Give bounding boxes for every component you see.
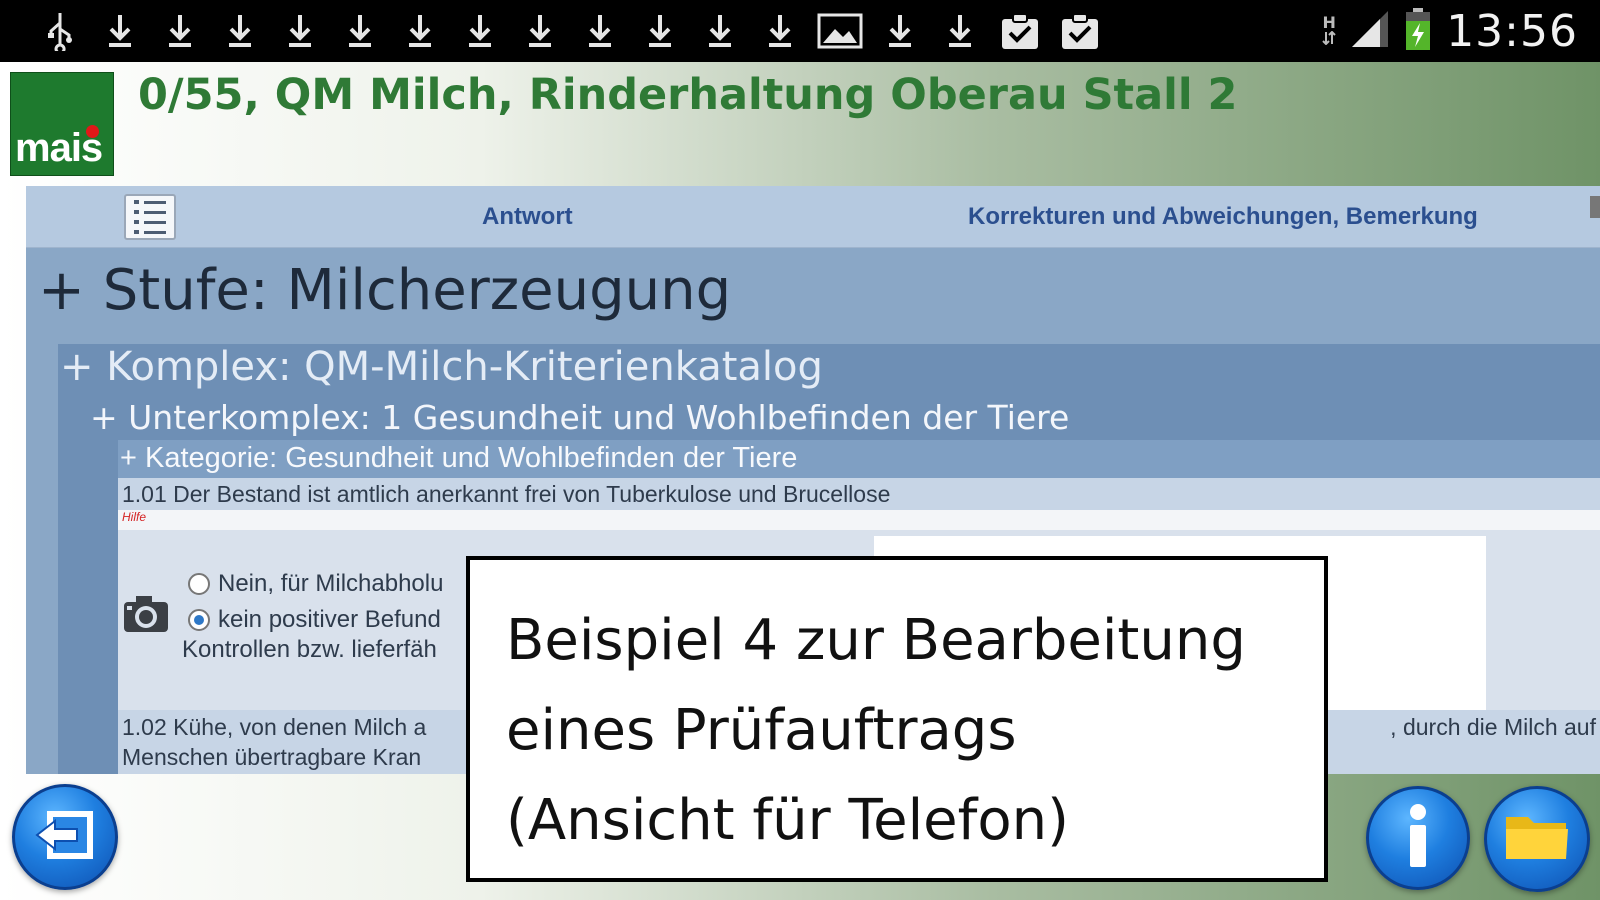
network-type: H — [1322, 14, 1336, 48]
clipboard-check-icon — [1050, 0, 1110, 62]
caption-line-1: Beispiel 4 zur Bearbeitung — [506, 608, 1246, 673]
hilfe-link[interactable]: Hilfe — [122, 510, 146, 524]
download-icon — [210, 0, 270, 62]
download-icon — [930, 0, 990, 62]
download-icon — [870, 0, 930, 62]
download-icon — [90, 0, 150, 62]
camera-icon[interactable] — [122, 592, 170, 634]
option-nein[interactable]: Nein, für Milchabholu — [188, 570, 443, 598]
clipboard-check-icon — [990, 0, 1050, 62]
status-right: H 13:56 — [1322, 0, 1578, 62]
caption-line-3: (Ansicht für Telefon) — [506, 788, 1069, 853]
download-icon — [750, 0, 810, 62]
download-icon — [450, 0, 510, 62]
folder-icon — [1504, 811, 1570, 867]
download-icon — [510, 0, 570, 62]
status-bar: H 13:56 — [0, 0, 1600, 62]
download-icon — [390, 0, 450, 62]
column-header-bar: Antwort Korrekturen und Abweichungen, Be… — [26, 186, 1600, 248]
exit-icon — [33, 807, 97, 867]
image-icon — [810, 0, 870, 62]
q2-text-left: 1.02 Kühe, von denen Milch a — [122, 714, 427, 740]
folder-button[interactable] — [1484, 786, 1590, 892]
komplex-heading[interactable]: + Komplex: QM-Milch-Kriterienkatalog — [60, 344, 823, 390]
mais-logo: mais — [10, 72, 114, 176]
download-icon — [270, 0, 330, 62]
q2-text-right: , durch die Milch auf — [1390, 714, 1596, 740]
radio-nein[interactable] — [188, 573, 210, 595]
download-icon — [570, 0, 630, 62]
option-nein-label: Nein, für Milchabholu — [218, 570, 444, 597]
download-icon — [150, 0, 210, 62]
list-view-button[interactable] — [124, 194, 176, 240]
signal-icon — [1350, 9, 1390, 53]
q2-text-line2: Menschen übertragbare Kran — [122, 744, 422, 770]
back-button[interactable] — [12, 784, 118, 890]
info-button[interactable] — [1366, 786, 1470, 890]
tab-bemerkung[interactable]: Korrekturen und Abweichungen, Bemerkung — [968, 203, 1478, 231]
kontrollen-text: Kontrollen bzw. lieferfäh — [182, 636, 437, 663]
download-icon — [690, 0, 750, 62]
logo-text: mais — [15, 126, 103, 170]
unterkomplex-heading[interactable]: + Unterkomplex: 1 Gesundheit und Wohlbef… — [90, 398, 1069, 437]
kategorie-heading[interactable]: + Kategorie: Gesundheit und Wohlbefinden… — [120, 442, 797, 475]
question-row-1-01: 1.01 Der Bestand ist amtlich anerkannt f… — [118, 478, 1600, 510]
info-icon — [1403, 803, 1433, 873]
download-icon — [330, 0, 390, 62]
clock: 13:56 — [1446, 5, 1578, 57]
download-icon — [630, 0, 690, 62]
radio-kein-befund[interactable] — [188, 609, 210, 631]
page-title: 0/55, QM Milch, Rinderhaltung Oberau Sta… — [138, 70, 1238, 120]
tab-antwort[interactable]: Antwort — [482, 203, 573, 231]
caption-line-2: eines Prüfauftrags — [506, 698, 1017, 763]
caption-overlay: Beispiel 4 zur Bearbeitung eines Prüfauf… — [466, 556, 1328, 882]
stufe-heading[interactable]: + Stufe: Milcherzeugung — [38, 258, 731, 323]
battery-icon — [1404, 7, 1432, 55]
option-kein-befund-label: kein positiver Befund — [218, 606, 441, 633]
notification-icons — [0, 0, 1110, 62]
scrollbar[interactable] — [1590, 196, 1600, 218]
usb-icon — [30, 0, 90, 62]
option-kein-befund[interactable]: kein positiver Befund — [188, 606, 441, 634]
